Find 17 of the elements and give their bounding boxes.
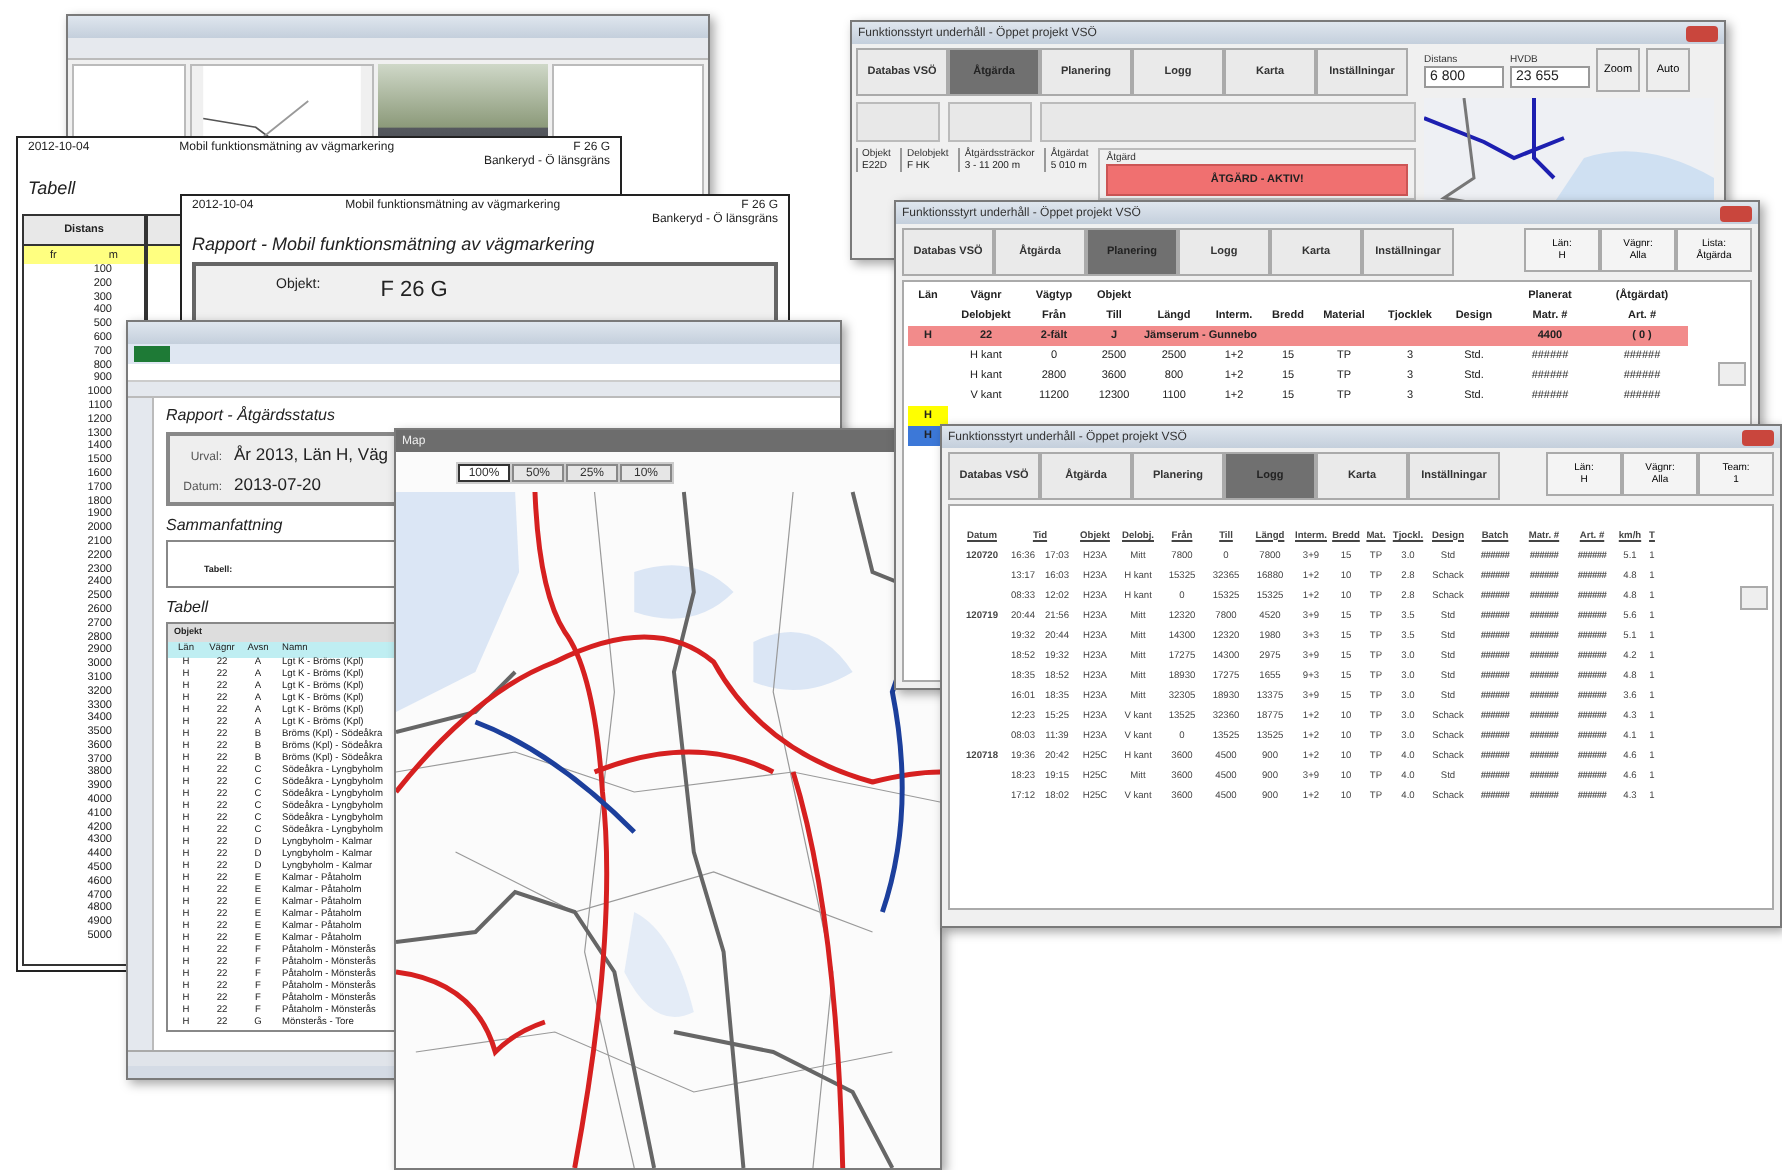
report-heading: Rapport - Mobil funktionsmätning av vägmarkering: [192, 234, 597, 254]
section-heading: Tabell: [166, 598, 211, 616]
section-heading: Sammanfattning: [166, 516, 285, 534]
file-tab[interactable]: [134, 346, 170, 362]
object-value: F 26 G: [380, 278, 448, 302]
report-heading: Rapport - Åtgärdsstatus: [166, 406, 337, 424]
filter-value: År 2013, Län H, Väg: [234, 444, 389, 464]
close-button[interactable]: [1686, 25, 1718, 41]
filter-button[interactable]: [948, 102, 1032, 142]
close-button[interactable]: [1742, 429, 1774, 445]
object-button[interactable]: [1040, 102, 1416, 142]
scroll-up-button[interactable]: [1718, 362, 1746, 386]
scroll-up-button[interactable]: [1740, 586, 1768, 610]
filter-button[interactable]: [856, 102, 940, 142]
date-value: 2013-07-20: [234, 474, 321, 494]
report-heading: Tabell: [28, 178, 78, 198]
close-button[interactable]: [1720, 205, 1752, 221]
